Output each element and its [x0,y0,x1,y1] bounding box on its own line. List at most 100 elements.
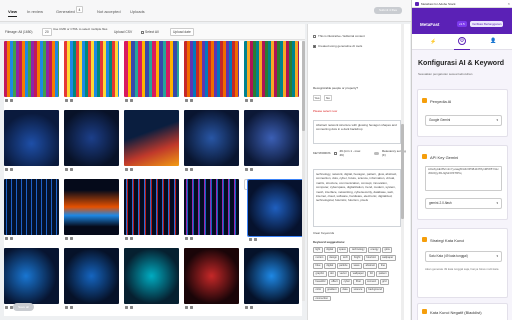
delete-icon[interactable] [70,305,73,309]
image-card[interactable] [184,110,239,174]
edit-icon[interactable] [125,305,128,309]
keyword-chip[interactable]: dot [327,271,337,277]
keyword-chip[interactable]: space [336,247,349,253]
delete-icon[interactable] [130,305,133,309]
keyword-chip[interactable]: futuristic [363,255,379,261]
keyword-chip[interactable]: particle [336,263,351,269]
edit-icon[interactable] [125,98,128,102]
keyword-chip[interactable]: energy [368,247,381,253]
edit-icon[interactable] [65,98,68,102]
edit-icon[interactable] [65,167,68,171]
keyword-chip[interactable]: data [340,287,351,294]
select-all-toggle[interactable]: Select All [141,30,159,34]
no-button[interactable]: No [324,95,332,101]
image-card[interactable] [4,41,59,105]
lightning-icon[interactable]: ⚡ [430,39,436,45]
delete-icon[interactable] [70,98,73,102]
tab-uploads[interactable]: Uploads [130,9,145,14]
account-badge[interactable]: Verifikasi Berlangganan [470,21,504,27]
image-card[interactable] [64,248,119,312]
image-card[interactable] [64,179,119,243]
image-card[interactable] [124,248,179,312]
image-card[interactable] [124,179,179,243]
checkbox-icon[interactable] [333,151,337,155]
keyword-chip[interactable]: wallpaper [350,271,367,277]
image-card[interactable] [244,248,299,312]
edit-icon[interactable] [5,98,8,102]
image-card[interactable] [244,41,299,105]
model-select[interactable]: gemini-2.0-flash ▾ [425,198,502,209]
edit-icon[interactable] [249,237,252,241]
edit-icon[interactable] [125,236,128,240]
checkbox-icon[interactable] [313,34,316,38]
keyword-chip[interactable]: bright [351,255,363,261]
image-card[interactable] [64,110,119,174]
keyword-chip[interactable]: light [313,247,323,253]
keyword-chip[interactable]: vector [337,271,350,277]
edit-icon[interactable] [5,236,8,240]
delete-icon[interactable] [250,305,253,309]
edit-icon[interactable] [125,167,128,171]
delete-icon[interactable] [250,98,253,102]
keyword-chip[interactable]: gradient [324,287,339,294]
tab-generated[interactable]: Generated [56,9,75,14]
keyword-chip[interactable]: digital [323,247,336,253]
provider-select[interactable]: Google Gemini ▾ [425,115,502,126]
image-card[interactable] [184,248,239,312]
keyword-chip[interactable]: glow [381,247,393,253]
keyword-chip[interactable]: technology [349,247,368,253]
delete-icon[interactable] [250,167,253,171]
edit-icon[interactable] [245,98,248,102]
keyword-chip[interactable]: abstract [363,263,378,269]
tab-in-review[interactable]: In review [27,9,43,14]
delete-icon[interactable] [130,167,133,171]
tab-not-accepted[interactable]: Not accepted [97,9,121,14]
delete-icon[interactable] [10,98,13,102]
edit-icon[interactable] [185,236,188,240]
image-card[interactable] [184,41,239,105]
keyword-chip[interactable]: fiber [353,279,364,285]
delete-icon[interactable] [254,237,257,241]
delete-icon[interactable] [190,236,193,240]
keyword-chip[interactable]: graphic [313,271,327,277]
keyword-chip[interactable]: effect [328,279,341,285]
delete-icon[interactable] [10,236,13,240]
edit-icon[interactable] [185,167,188,171]
upload-csv-button[interactable]: Upload CSV [114,30,132,34]
keyword-chip[interactable]: background [365,287,385,294]
keyword-chip[interactable]: blue [313,263,323,269]
grid-scrollbar[interactable] [302,41,305,301]
edit-icon[interactable] [245,305,248,309]
image-card-selected[interactable] [244,179,302,241]
keyword-chip[interactable]: motion [313,255,326,261]
keyword-chip[interactable]: wallpaper [379,255,396,261]
ai-generated-checkbox-row[interactable]: Created using generative AI tools [313,44,362,48]
upload-date-select[interactable]: Upload date [170,28,194,36]
keyword-chip[interactable]: connect [364,279,379,285]
scrollbar-thumb[interactable] [401,124,404,219]
filter-dropdown[interactable]: Filmage: All (1650) [5,30,33,34]
image-card[interactable] [184,179,239,243]
keyword-chip[interactable]: tech [340,255,351,261]
edit-icon[interactable] [185,305,188,309]
keyword-chip[interactable]: line [378,263,388,269]
edit-icon[interactable] [5,305,8,309]
keyword-chip[interactable]: cyber [341,279,353,285]
yes-button[interactable]: Yes [313,95,321,101]
submit-files-button[interactable]: Submit 4 files [374,7,402,14]
keyword-chip[interactable]: beautiful [313,279,328,285]
keyword-chip[interactable]: science [351,287,365,294]
delete-icon[interactable] [130,236,133,240]
delete-icon[interactable] [190,167,193,171]
delete-icon[interactable] [10,167,13,171]
delete-icon[interactable] [190,98,193,102]
api-key-textarea[interactable]: AIzaSyAEz8Vm2xYyvaag8I1t4r3PN8Jd4T8yv9PW… [425,166,502,191]
title-textarea[interactable]: Abstract network structure with glowing … [313,120,401,144]
user-icon[interactable]: 👤 [490,38,496,44]
keyword-chip[interactable]: 3d [367,271,376,277]
gear-icon[interactable]: ⚙ [458,37,466,45]
keyword-chip[interactable]: grid [379,279,389,285]
keyword-chip[interactable]: pattern [376,271,390,277]
image-card[interactable] [124,110,179,174]
delete-icon[interactable] [190,305,193,309]
